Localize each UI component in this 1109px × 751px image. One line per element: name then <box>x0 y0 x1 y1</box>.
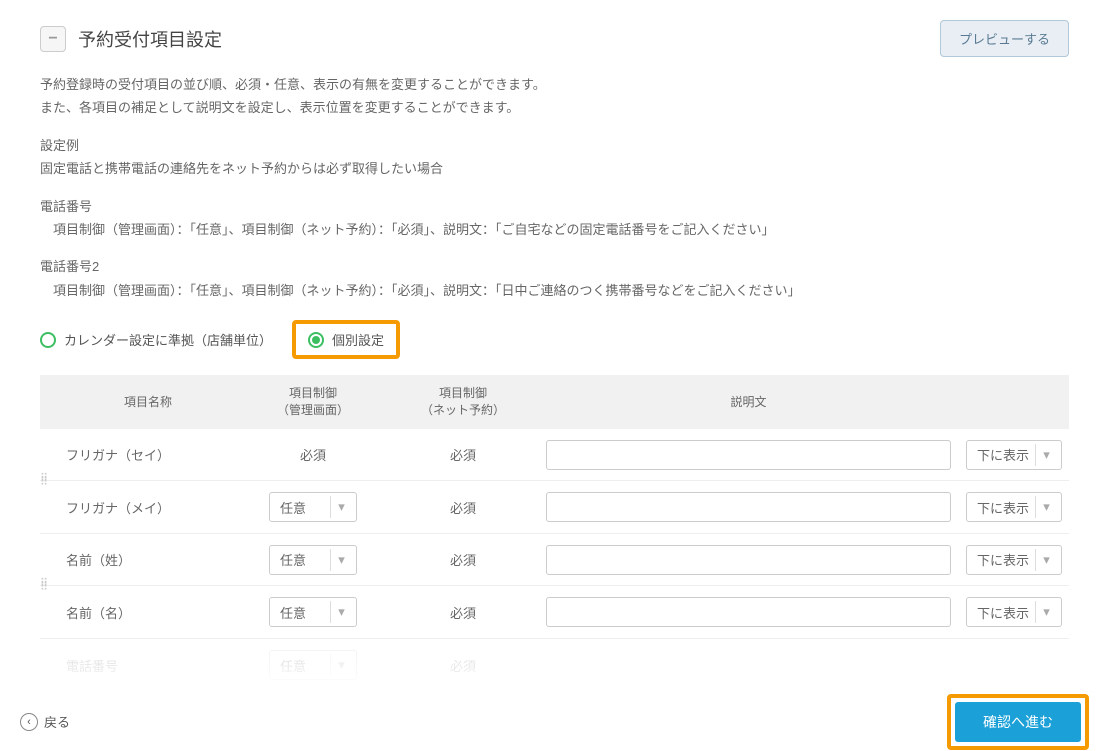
col-name: 項目名称 <box>58 394 238 411</box>
position-value: 下に表示 <box>977 550 1029 569</box>
description-input[interactable] <box>546 545 951 575</box>
net-value: 必須 <box>388 656 538 675</box>
highlight-individual: 個別設定 <box>292 320 400 359</box>
position-select[interactable]: 下に表示 ▾ <box>966 492 1062 522</box>
col-admin: 項目制御 （管理画面） <box>238 385 388 419</box>
admin-select[interactable]: 任意 ▾ <box>269 545 357 575</box>
drag-handle-icon[interactable]: ⠿⠿ <box>40 478 49 485</box>
radio-icon <box>40 332 56 348</box>
radio-individual-label: 個別設定 <box>332 330 384 349</box>
admin-select[interactable]: 任意 ▾ <box>269 650 357 680</box>
position-value: 下に表示 <box>977 603 1029 622</box>
chevron-down-icon: ▾ <box>1035 549 1057 571</box>
radio-calendar[interactable]: カレンダー設定に準拠（店舗単位） <box>40 330 272 349</box>
item-name: フリガナ（セイ） <box>58 445 238 464</box>
example-block: 設定例 固定電話と携帯電話の連絡先をネット予約からは必ず取得したい場合 <box>40 134 1069 181</box>
admin-fixed: 必須 <box>238 445 388 464</box>
radio-calendar-label: カレンダー設定に準拠（店舗単位） <box>64 330 272 349</box>
admin-select[interactable]: 任意 ▾ <box>269 492 357 522</box>
phone1-line: 項目制御（管理画面）：「任意」、項目制御（ネット予約）：「必須」、説明文：「ご自… <box>40 218 1069 241</box>
chevron-down-icon: ▾ <box>1035 496 1057 518</box>
confirm-button[interactable]: 確認へ進む <box>955 702 1081 742</box>
drag-handle-icon[interactable]: ⠿⠿ <box>40 583 49 590</box>
back-button[interactable]: ‹ 戻る <box>20 712 70 731</box>
position-value: 下に表示 <box>977 498 1029 517</box>
fields-table: 項目名称 項目制御 （管理画面） 項目制御 （ネット予約） 説明文 ⠿⠿ フリガ… <box>40 375 1069 691</box>
description-input[interactable] <box>546 492 951 522</box>
admin-value: 任意 <box>280 550 306 569</box>
phone2-line: 項目制御（管理画面）：「任意」、項目制御（ネット予約）：「必須」、説明文：「日中… <box>40 279 1069 302</box>
chevron-down-icon: ▾ <box>330 601 352 623</box>
description-input[interactable] <box>546 597 951 627</box>
chevron-down-icon: ▾ <box>330 654 352 676</box>
intro-line: 予約登録時の受付項目の並び順、必須・任意、表示の有無を変更することができます。 <box>40 73 1069 96</box>
highlight-confirm: 確認へ進む <box>947 694 1089 750</box>
position-select[interactable]: 下に表示 ▾ <box>966 545 1062 575</box>
item-name: 電話番号 <box>58 656 238 675</box>
page-title: 予約受付項目設定 <box>78 26 222 52</box>
admin-value: 任意 <box>280 498 306 517</box>
back-label: 戻る <box>44 712 70 731</box>
phone1-block: 電話番号 項目制御（管理画面）：「任意」、項目制御（ネット予約）：「必須」、説明… <box>40 195 1069 242</box>
position-select[interactable]: 下に表示 ▾ <box>966 440 1062 470</box>
radio-individual[interactable]: 個別設定 <box>308 330 384 349</box>
net-value: 必須 <box>388 445 538 464</box>
net-value: 必須 <box>388 603 538 622</box>
phone2-heading: 電話番号2 <box>40 255 1069 278</box>
phone2-block: 電話番号2 項目制御（管理画面）：「任意」、項目制御（ネット予約）：「必須」、説… <box>40 255 1069 302</box>
net-value: 必須 <box>388 550 538 569</box>
chevron-down-icon: ▾ <box>1035 444 1057 466</box>
item-name: 名前（名） <box>58 603 238 622</box>
position-select[interactable]: 下に表示 ▾ <box>966 597 1062 627</box>
chevron-down-icon: ▾ <box>1035 601 1057 623</box>
radio-icon <box>308 332 324 348</box>
admin-value: 任意 <box>280 656 306 675</box>
chevron-left-icon: ‹ <box>20 713 38 731</box>
preview-button[interactable]: プレビューする <box>940 20 1069 57</box>
description-input[interactable] <box>546 440 951 470</box>
item-name: フリガナ（メイ） <box>58 498 238 517</box>
admin-select[interactable]: 任意 ▾ <box>269 597 357 627</box>
collapse-button[interactable]: − <box>40 26 66 52</box>
position-value: 下に表示 <box>977 445 1029 464</box>
example-heading: 設定例 <box>40 134 1069 157</box>
col-net: 項目制御 （ネット予約） <box>388 385 538 419</box>
chevron-down-icon: ▾ <box>330 496 352 518</box>
example-line: 固定電話と携帯電話の連絡先をネット予約からは必ず取得したい場合 <box>40 157 1069 180</box>
col-desc: 説明文 <box>538 394 959 411</box>
intro-text: 予約登録時の受付項目の並び順、必須・任意、表示の有無を変更することができます。 … <box>40 73 1069 120</box>
phone1-heading: 電話番号 <box>40 195 1069 218</box>
intro-line: また、各項目の補足として説明文を設定し、表示位置を変更することができます。 <box>40 96 1069 119</box>
item-name: 名前（姓） <box>58 550 238 569</box>
admin-value: 任意 <box>280 603 306 622</box>
chevron-down-icon: ▾ <box>330 549 352 571</box>
net-value: 必須 <box>388 498 538 517</box>
